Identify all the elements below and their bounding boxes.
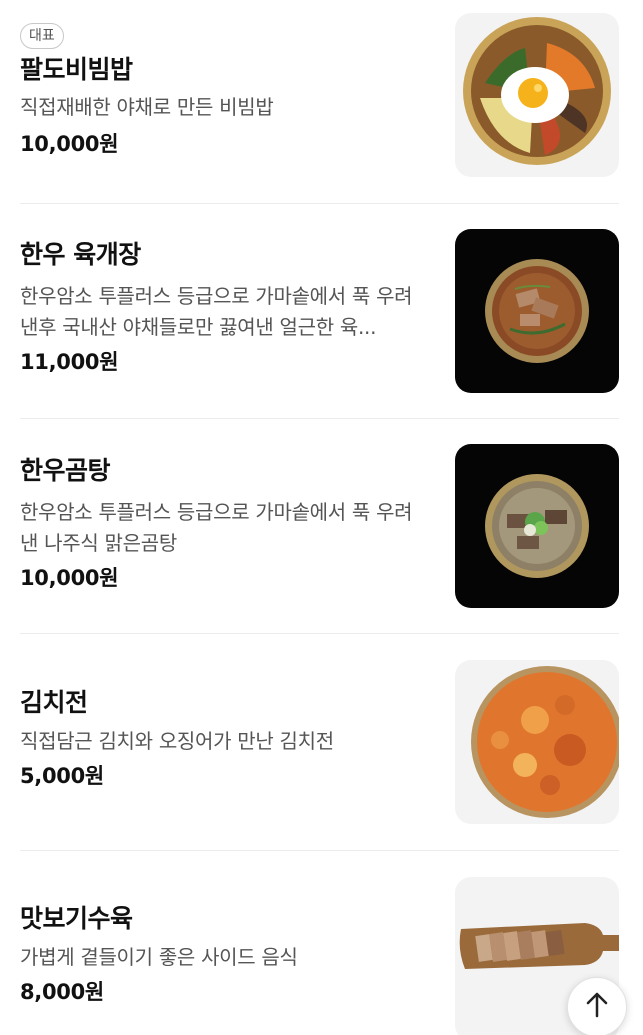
menu-item-text: 한우 육개장 한우암소 투플러스 등급으로 가마솥에서 푹 우려낸후 국내산 야… (20, 216, 430, 377)
scroll-to-top-button[interactable] (567, 977, 627, 1035)
yukgaejang-image[interactable] (455, 229, 619, 393)
menu-item-description: 직접담근 김치와 오징어가 만난 김치전 (20, 729, 334, 753)
menu-item-price: 11,000원 (20, 350, 119, 374)
menu-item-price: 8,000원 (20, 980, 104, 1004)
gomtang-image[interactable] (455, 444, 619, 608)
divider (20, 633, 619, 634)
menu-item-price: 10,000원 (20, 566, 119, 590)
menu-item-price: 10,000원 (20, 132, 119, 156)
menu-item-description: 직접재배한 야채로 만든 비빔밥 (20, 95, 274, 119)
menu-item-text: 맛보기수육 가볍게 곁들이기 좋은 사이드 음식 8,000원 (20, 864, 430, 1007)
menu-item-suyuk[interactable]: 맛보기수육 가볍게 곁들이기 좋은 사이드 음식 8,000원 (20, 864, 619, 1035)
menu-item-price: 5,000원 (20, 764, 104, 788)
signature-badge: 대표 (20, 23, 64, 49)
menu-item-gomtang[interactable]: 한우곰탕 한우암소 투플러스 등급으로 가마솥에서 푹 우려낸 나주식 맑은곰탕… (20, 431, 619, 631)
menu-item-name: 한우곰탕 (20, 456, 111, 485)
menu-item-description: 한우암소 투플러스 등급으로 가마솥에서 푹 우려낸 나주식 맑은곰탕 (20, 500, 413, 555)
menu-item-kimchijeon[interactable]: 김치전 직접담근 김치와 오징어가 만난 김치전 5,000원 (20, 647, 619, 847)
menu-list: 대표 팔도비빔밥 직접재배한 야채로 만든 비빔밥 10,000원 한우 육개장… (0, 0, 643, 1035)
menu-item-name: 팔도비빔밥 (20, 55, 133, 84)
divider (20, 850, 619, 851)
menu-item-bibimbap[interactable]: 대표 팔도비빔밥 직접재배한 야채로 만든 비빔밥 10,000원 (20, 0, 619, 200)
menu-item-yukgaejang[interactable]: 한우 육개장 한우암소 투플러스 등급으로 가마솥에서 푹 우려낸후 국내산 야… (20, 216, 619, 416)
menu-item-text: 한우곰탕 한우암소 투플러스 등급으로 가마솥에서 푹 우려낸 나주식 맑은곰탕… (20, 431, 430, 593)
menu-item-name: 김치전 (20, 688, 88, 717)
kimchijeon-image[interactable] (455, 660, 619, 824)
arrow-up-icon (584, 991, 610, 1023)
menu-item-name: 한우 육개장 (20, 240, 141, 269)
bibimbap-image[interactable] (455, 13, 619, 177)
menu-item-text: 대표 팔도비빔밥 직접재배한 야채로 만든 비빔밥 10,000원 (20, 0, 430, 159)
menu-item-description: 한우암소 투플러스 등급으로 가마솥에서 푹 우려낸후 국내산 야채들로만 끓여… (20, 284, 413, 339)
divider (20, 203, 619, 204)
divider (20, 418, 619, 419)
menu-item-name: 맛보기수육 (20, 904, 133, 933)
menu-item-text: 김치전 직접담근 김치와 오징어가 만난 김치전 5,000원 (20, 647, 430, 791)
menu-item-description: 가볍게 곁들이기 좋은 사이드 음식 (20, 945, 298, 969)
